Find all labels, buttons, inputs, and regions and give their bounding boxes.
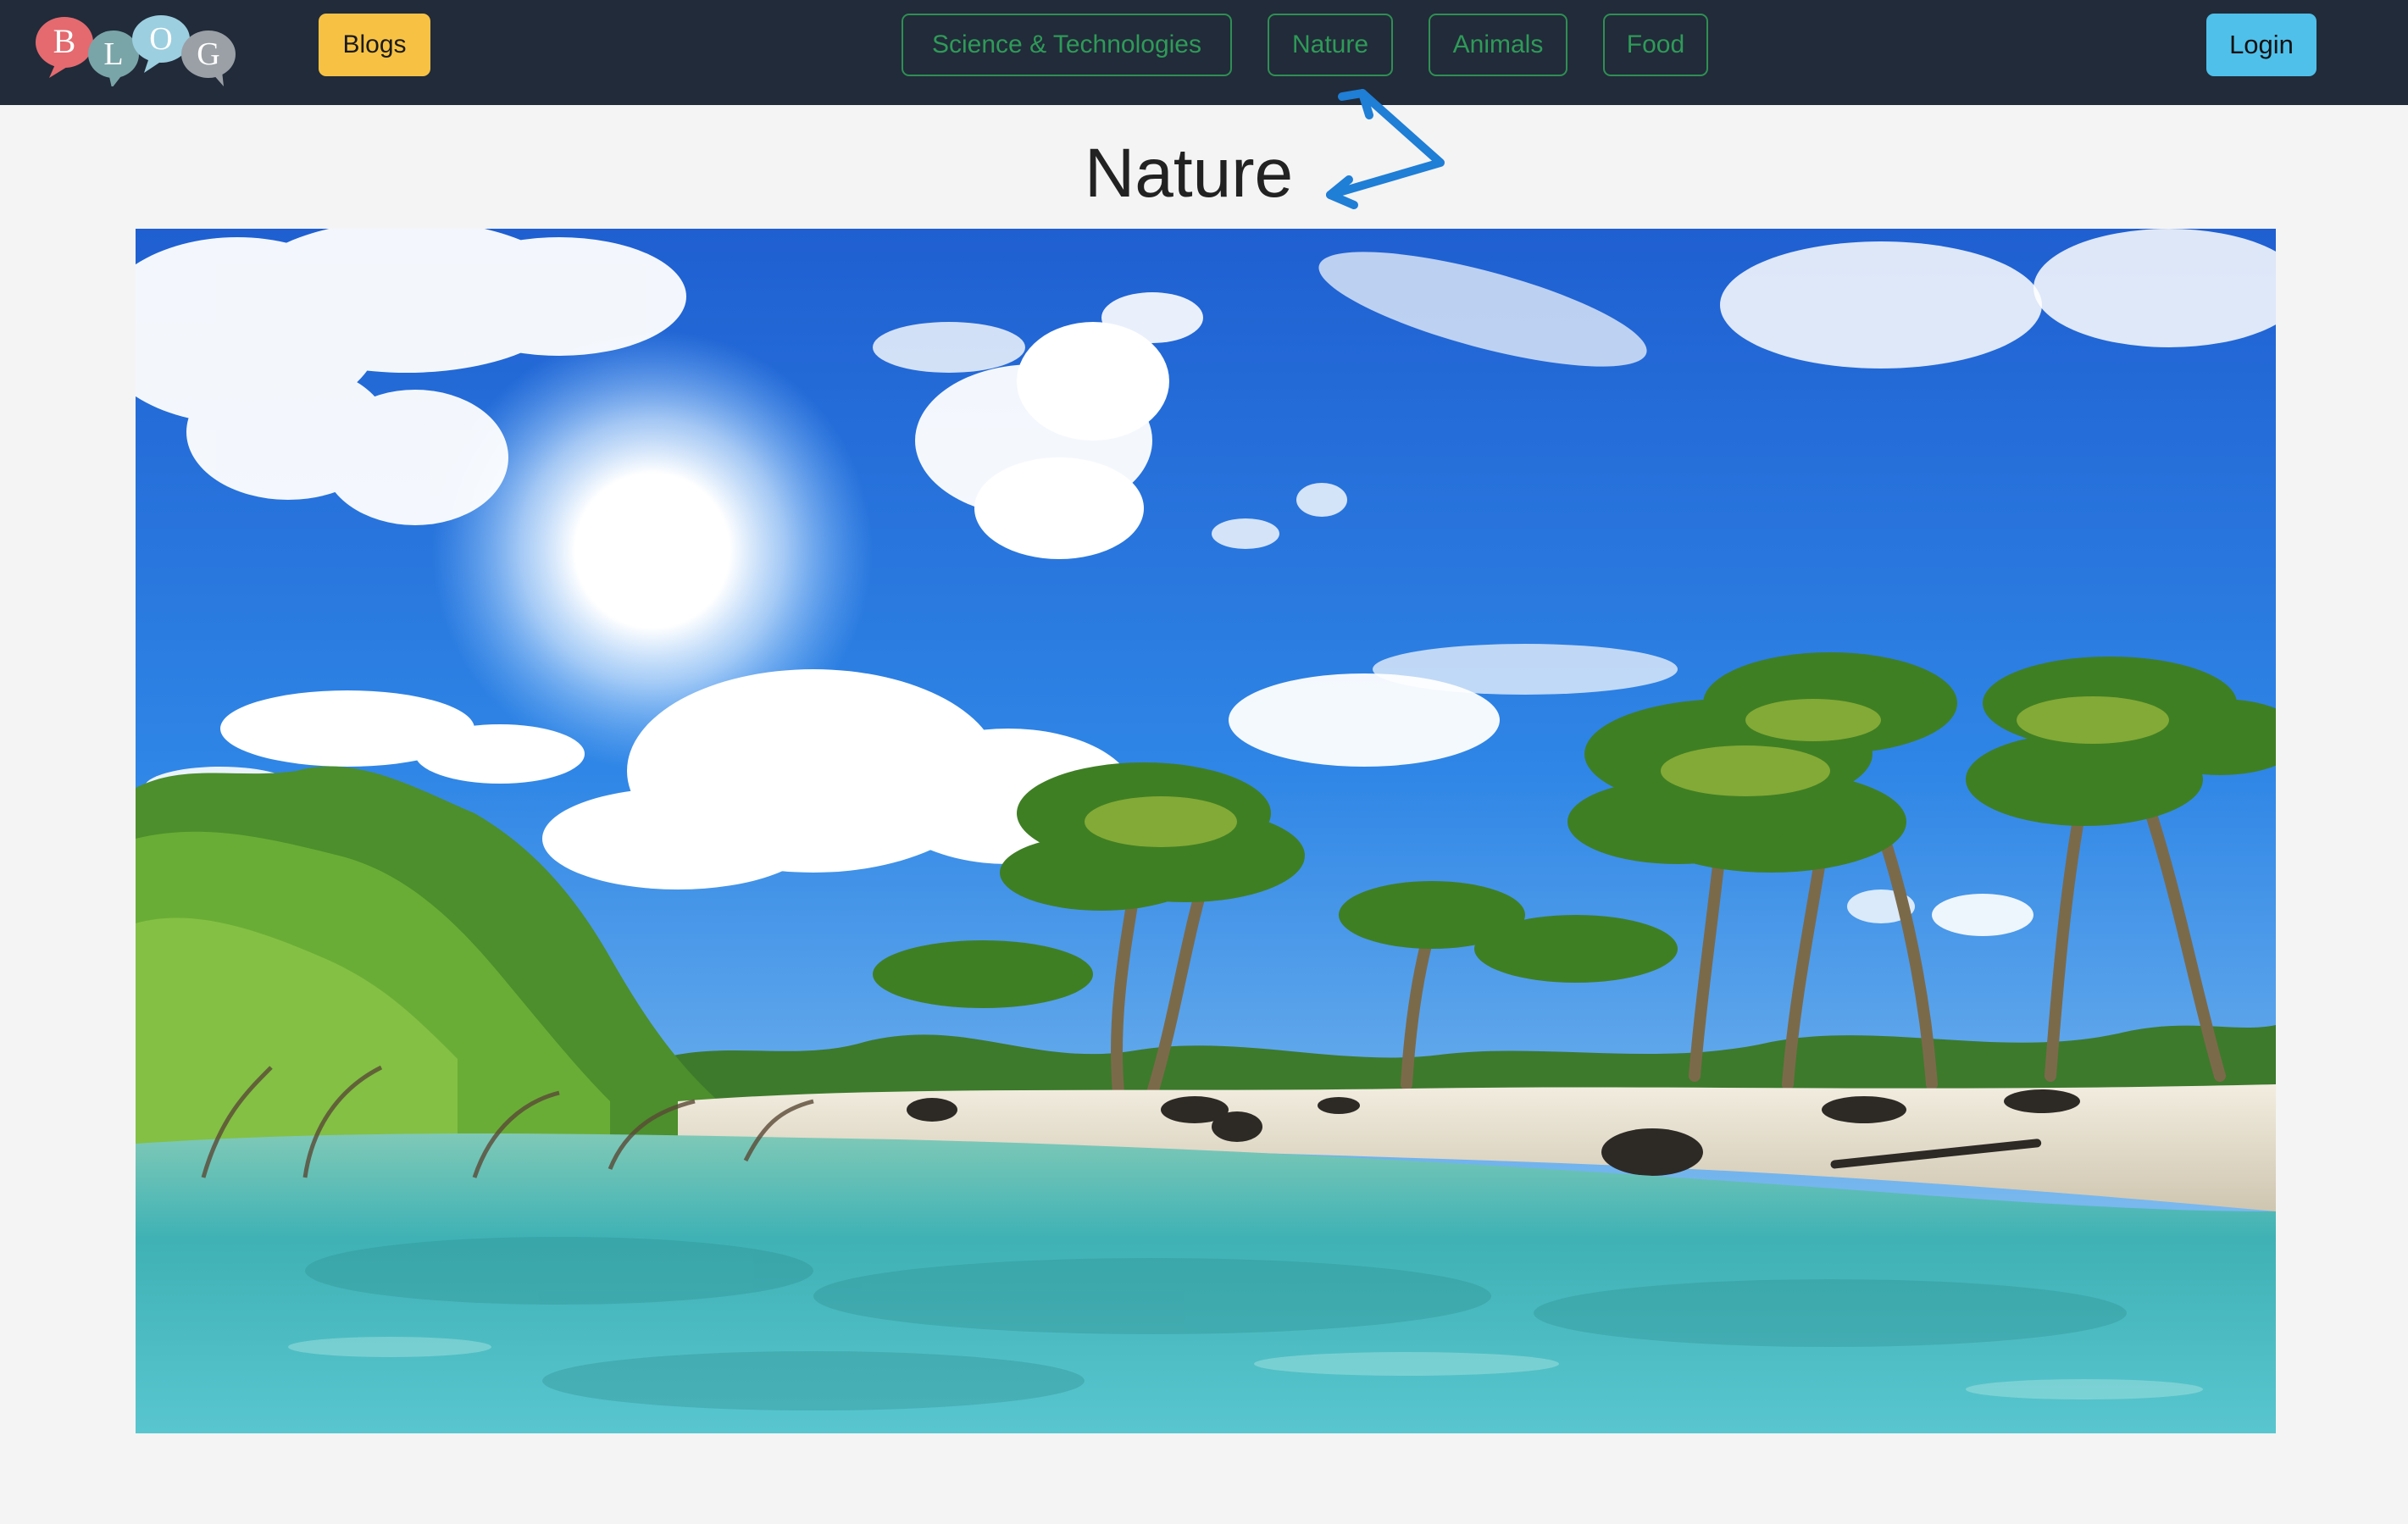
logo-bubble-b: B [36, 17, 93, 78]
tab-science-technologies[interactable]: Science & Technologies [902, 14, 1232, 76]
logo-letter-g: G [197, 36, 219, 72]
page-title: Nature [1085, 135, 1294, 212]
navbar: B L O G Blogs Science & Technologies Nat… [0, 0, 2408, 105]
tab-food[interactable]: Food [1603, 14, 1708, 76]
login-button[interactable]: Login [2206, 14, 2316, 76]
logo-letter-l: L [103, 36, 123, 72]
logo-bubble-o: O [132, 15, 190, 73]
annotation-arrow-icon [1326, 89, 1445, 209]
hero-image [136, 229, 2276, 1433]
tab-nature[interactable]: Nature [1268, 14, 1393, 76]
blogs-button[interactable]: Blogs [319, 14, 430, 76]
logo-letter-b: B [53, 22, 76, 60]
tab-animals[interactable]: Animals [1429, 14, 1567, 76]
logo-bubble-l: L [88, 30, 139, 86]
blog-logo[interactable]: B L O G [31, 10, 242, 86]
logo-bubble-g: G [181, 30, 236, 86]
logo-letter-o: O [149, 21, 172, 57]
beach-photo [136, 229, 2276, 1433]
